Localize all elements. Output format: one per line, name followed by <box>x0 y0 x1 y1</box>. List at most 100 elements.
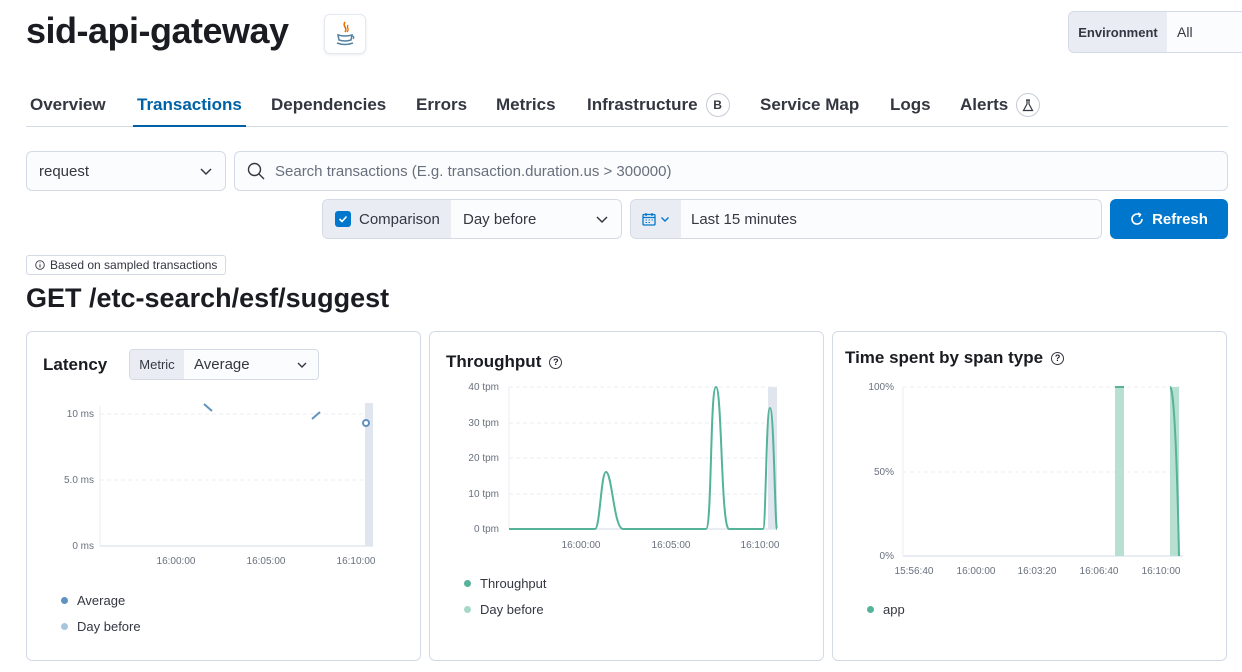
y-tick: 20 tpm <box>468 453 499 464</box>
search-input[interactable] <box>275 162 1227 180</box>
tab-label: Infrastructure <box>587 95 698 114</box>
chevron-down-icon <box>297 362 307 368</box>
tab-overview[interactable]: Overview <box>30 84 106 126</box>
tab-label: Transactions <box>137 95 242 114</box>
search-icon <box>247 162 265 180</box>
span-type-chart: 100% 50% 0% 15:56:40 16:00:00 16:03:20 1… <box>868 382 1183 577</box>
y-tick: 0 tpm <box>474 524 499 535</box>
calendar-icon <box>642 213 656 226</box>
tab-errors[interactable]: Errors <box>416 84 467 126</box>
comparison-control: Comparison Day before <box>322 199 622 239</box>
span-type-title-wrap: Time spent by span type ? <box>845 348 1065 368</box>
latency-segment <box>311 411 321 420</box>
x-tick: 16:00:00 <box>562 540 601 551</box>
throughput-title: Throughput <box>446 352 542 371</box>
environment-value[interactable]: All <box>1167 12 1242 52</box>
metric-label: Metric <box>130 350 184 379</box>
tab-logs[interactable]: Logs <box>890 84 931 126</box>
legend-throughput[interactable]: Throughput <box>464 576 547 591</box>
legend-dot <box>464 580 471 587</box>
legend-app[interactable]: app <box>867 602 905 617</box>
x-tick: 16:05:00 <box>247 556 286 567</box>
metric-value-text: Average <box>194 356 250 373</box>
comparison-value: Day before <box>463 210 537 228</box>
help-icon[interactable]: ? <box>549 355 563 369</box>
date-range-value[interactable]: Last 15 minutes <box>681 200 1101 238</box>
comparison-toggle[interactable]: Comparison <box>323 200 451 238</box>
legend-label: app <box>883 602 905 617</box>
tab-metrics[interactable]: Metrics <box>496 84 556 126</box>
legend-day-before[interactable]: Day before <box>61 619 141 634</box>
legend-dot <box>61 623 68 630</box>
flask-icon <box>1016 93 1041 117</box>
environment-selector[interactable]: Environment All <box>1068 11 1242 53</box>
java-icon <box>324 14 366 54</box>
x-tick: 16:10:00 <box>337 556 376 567</box>
transaction-type-select[interactable]: request <box>26 151 226 191</box>
chevron-down-icon <box>661 217 669 222</box>
legend-label: Average <box>77 593 126 608</box>
info-icon <box>35 260 45 270</box>
beta-badge: B <box>705 93 730 117</box>
x-tick: 16:00:00 <box>157 556 196 567</box>
tab-transactions[interactable]: Transactions <box>133 84 246 127</box>
refresh-label: Refresh <box>1152 210 1208 228</box>
x-tick: 16:03:20 <box>1018 566 1057 577</box>
legend-average[interactable]: Average <box>61 593 125 608</box>
span-type-title: Time spent by span type <box>845 348 1044 367</box>
chevron-down-icon <box>200 168 212 176</box>
tab-label: Overview <box>30 95 106 114</box>
tab-label: Logs <box>890 95 931 114</box>
legend-dot <box>464 606 471 613</box>
y-tick: 5.0 ms <box>64 475 94 486</box>
comparison-select[interactable]: Day before <box>451 200 621 238</box>
comparison-checkbox[interactable] <box>335 211 351 227</box>
chevron-down-icon <box>596 216 608 224</box>
app-band <box>1115 387 1124 556</box>
legend-dot <box>867 606 874 613</box>
x-tick: 16:10:00 <box>1142 566 1181 577</box>
y-tick: 30 tpm <box>468 418 499 429</box>
y-tick: 0% <box>880 551 895 562</box>
tab-label: Service Map <box>760 95 860 114</box>
quick-select-button[interactable] <box>631 200 681 238</box>
refresh-icon <box>1131 212 1143 225</box>
y-tick: 100% <box>868 382 894 393</box>
span-type-panel: Time spent by span type ? 100% 50% 0% 15… <box>832 331 1227 661</box>
x-tick: 15:56:40 <box>895 566 934 577</box>
throughput-chart: 40 tpm 30 tpm 20 tpm 10 tpm 0 tpm 16:00:… <box>468 382 780 551</box>
tab-bar: Overview Transactions Dependencies Error… <box>26 84 1228 127</box>
metric-value[interactable]: Average <box>184 350 318 379</box>
throughput-panel: Throughput ? 40 tpm 30 tpm 20 tpm 10 tpm… <box>429 331 824 661</box>
help-icon[interactable]: ? <box>1051 351 1065 365</box>
throughput-title-wrap: Throughput ? <box>446 352 563 372</box>
y-tick: 40 tpm <box>468 382 499 393</box>
latency-point <box>362 419 370 427</box>
legend-label: Day before <box>480 602 544 617</box>
legend-dot <box>61 597 68 604</box>
latency-metric-select[interactable]: Metric Average <box>129 349 319 380</box>
comparison-label: Comparison <box>359 210 440 228</box>
latency-panel: Latency Metric Average 10 ms 5.0 ms 0 ms… <box>26 331 421 661</box>
tab-label: Alerts <box>960 95 1009 114</box>
date-picker[interactable]: Last 15 minutes <box>630 199 1102 239</box>
tab-alerts[interactable]: Alerts <box>960 84 1041 126</box>
refresh-button[interactable]: Refresh <box>1110 199 1228 239</box>
tab-dependencies[interactable]: Dependencies <box>271 84 386 126</box>
sampled-text: Based on sampled transactions <box>50 258 218 272</box>
x-tick: 16:10:00 <box>741 540 780 551</box>
legend-label: Day before <box>77 619 141 634</box>
legend-day-before[interactable]: Day before <box>464 602 544 617</box>
service-title: sid-api-gateway <box>26 10 289 51</box>
tab-label: Metrics <box>496 95 556 114</box>
tab-infrastructure[interactable]: Infrastructure B <box>587 84 730 126</box>
search-bar[interactable] <box>234 151 1228 191</box>
tab-label: Errors <box>416 95 468 114</box>
transaction-type-value: request <box>39 162 90 180</box>
environment-label: Environment <box>1069 12 1167 52</box>
y-tick: 10 tpm <box>468 489 499 500</box>
y-tick: 10 ms <box>67 409 94 420</box>
tab-service-map[interactable]: Service Map <box>760 84 859 126</box>
x-tick: 16:05:00 <box>652 540 691 551</box>
latency-segment <box>203 403 213 412</box>
